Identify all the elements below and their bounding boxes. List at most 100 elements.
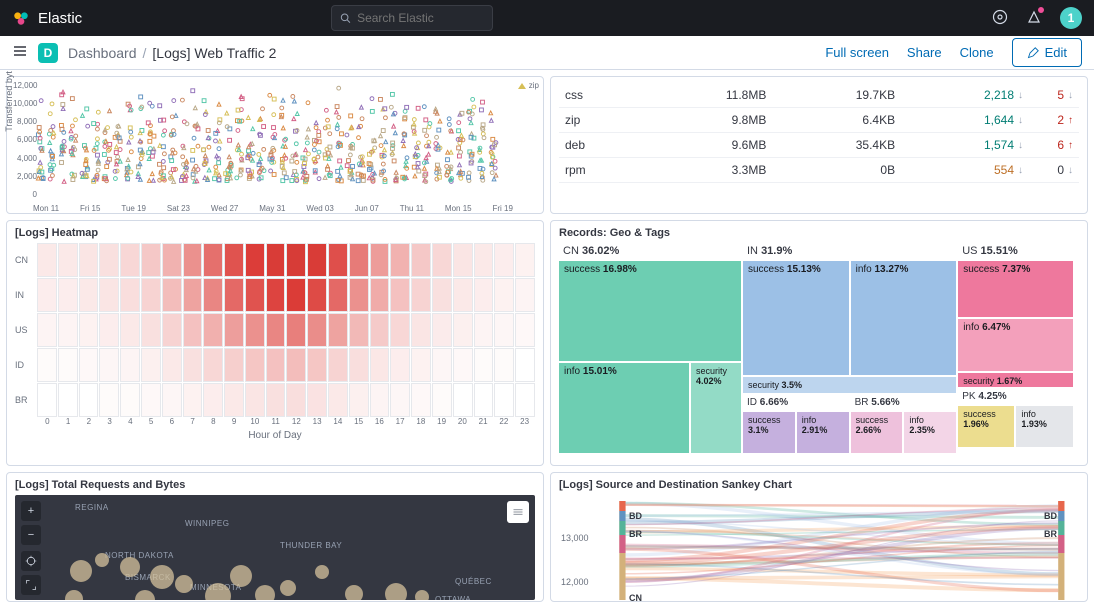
heatmap-cell[interactable] (58, 348, 78, 382)
heatmap-cell[interactable] (141, 383, 161, 417)
heatmap-cell[interactable] (37, 243, 57, 277)
heatmap-cell[interactable] (266, 313, 286, 347)
heatmap-cell[interactable] (266, 278, 286, 312)
zoom-in-button[interactable]: + (21, 501, 41, 521)
heatmap-cell[interactable] (390, 278, 410, 312)
heatmap-cell[interactable] (162, 383, 182, 417)
heatmap-cell[interactable] (328, 348, 348, 382)
elastic-logo[interactable]: Elastic (12, 9, 82, 27)
heatmap-cell[interactable] (286, 348, 306, 382)
heatmap-cell[interactable] (224, 278, 244, 312)
heatmap-cell[interactable] (203, 243, 223, 277)
heatmap-cell[interactable] (349, 383, 369, 417)
heatmap-cell[interactable] (266, 348, 286, 382)
heatmap-cell[interactable] (370, 313, 390, 347)
edit-button[interactable]: Edit (1012, 38, 1082, 67)
heatmap-cell[interactable] (37, 383, 57, 417)
heatmap-cell[interactable] (411, 383, 431, 417)
share-link[interactable]: Share (907, 45, 942, 60)
heatmap-grid[interactable] (37, 243, 535, 417)
heatmap-cell[interactable] (79, 313, 99, 347)
heatmap-cell[interactable] (203, 278, 223, 312)
heatmap-cell[interactable] (120, 313, 140, 347)
heatmap-cell[interactable] (411, 313, 431, 347)
heatmap-cell[interactable] (453, 383, 473, 417)
heatmap-cell[interactable] (141, 243, 161, 277)
heatmap-cell[interactable] (245, 243, 265, 277)
heatmap-cell[interactable] (120, 243, 140, 277)
heatmap-cell[interactable] (307, 278, 327, 312)
heatmap-cell[interactable] (349, 278, 369, 312)
heatmap-cell[interactable] (99, 383, 119, 417)
table-row[interactable]: deb9.6MB35.4KB1,574↓6↑ (559, 133, 1079, 158)
fullscreen-link[interactable]: Full screen (825, 45, 889, 60)
heatmap-cell[interactable] (453, 243, 473, 277)
heatmap-cell[interactable] (453, 313, 473, 347)
heatmap-cell[interactable] (79, 243, 99, 277)
map-data-point[interactable] (70, 560, 92, 582)
heatmap-cell[interactable] (58, 278, 78, 312)
heatmap-cell[interactable] (162, 243, 182, 277)
heatmap-cell[interactable] (286, 243, 306, 277)
heatmap-cell[interactable] (370, 243, 390, 277)
heatmap-cell[interactable] (266, 243, 286, 277)
map-data-point[interactable] (120, 557, 140, 577)
heatmap-cell[interactable] (183, 348, 203, 382)
map-data-point[interactable] (95, 553, 109, 567)
user-avatar[interactable]: 1 (1060, 7, 1082, 29)
heatmap-cell[interactable] (432, 243, 452, 277)
heatmap-cell[interactable] (307, 243, 327, 277)
treemap[interactable]: CN 36.02% success 16.98% info 15.01% sec… (559, 243, 1079, 453)
heatmap-cell[interactable] (515, 278, 535, 312)
global-search[interactable] (331, 5, 493, 31)
heatmap-cell[interactable] (328, 383, 348, 417)
map-data-point[interactable] (415, 590, 429, 600)
heatmap-cell[interactable] (99, 278, 119, 312)
heatmap-cell[interactable] (390, 313, 410, 347)
heatmap-cell[interactable] (203, 313, 223, 347)
heatmap-cell[interactable] (494, 243, 514, 277)
heatmap-cell[interactable] (432, 278, 452, 312)
heatmap-cell[interactable] (453, 278, 473, 312)
heatmap-cell[interactable] (141, 313, 161, 347)
heatmap-cell[interactable] (58, 313, 78, 347)
app-badge[interactable]: D (38, 43, 58, 63)
heatmap-cell[interactable] (79, 383, 99, 417)
heatmap-cell[interactable] (120, 278, 140, 312)
map-data-point[interactable] (385, 583, 407, 600)
expand-button[interactable] (21, 575, 41, 595)
heatmap-cell[interactable] (370, 383, 390, 417)
heatmap-cell[interactable] (245, 348, 265, 382)
map-data-point[interactable] (230, 565, 252, 587)
news-icon[interactable] (1026, 9, 1042, 28)
heatmap-cell[interactable] (411, 243, 431, 277)
heatmap-cell[interactable] (183, 313, 203, 347)
heatmap-cell[interactable] (474, 313, 494, 347)
table-row[interactable]: css11.8MB19.7KB2,218↓5↓ (559, 83, 1079, 108)
heatmap-cell[interactable] (245, 313, 265, 347)
heatmap-cell[interactable] (328, 243, 348, 277)
heatmap-cell[interactable] (515, 348, 535, 382)
heatmap-cell[interactable] (307, 383, 327, 417)
locate-button[interactable] (21, 551, 41, 571)
heatmap-cell[interactable] (266, 383, 286, 417)
heatmap-cell[interactable] (328, 278, 348, 312)
map-data-point[interactable] (345, 585, 363, 600)
scatter-plot[interactable] (33, 81, 513, 187)
heatmap-cell[interactable] (515, 383, 535, 417)
heatmap-cell[interactable] (245, 278, 265, 312)
heatmap-cell[interactable] (474, 383, 494, 417)
heatmap-cell[interactable] (494, 313, 514, 347)
heatmap-cell[interactable] (37, 313, 57, 347)
heatmap-cell[interactable] (494, 278, 514, 312)
heatmap-cell[interactable] (203, 383, 223, 417)
heatmap-cell[interactable] (224, 243, 244, 277)
heatmap-cell[interactable] (474, 243, 494, 277)
heatmap-cell[interactable] (474, 348, 494, 382)
heatmap-cell[interactable] (453, 348, 473, 382)
heatmap-cell[interactable] (162, 278, 182, 312)
heatmap-cell[interactable] (141, 348, 161, 382)
search-input[interactable] (357, 11, 484, 25)
map-data-point[interactable] (150, 565, 174, 589)
heatmap-cell[interactable] (494, 348, 514, 382)
